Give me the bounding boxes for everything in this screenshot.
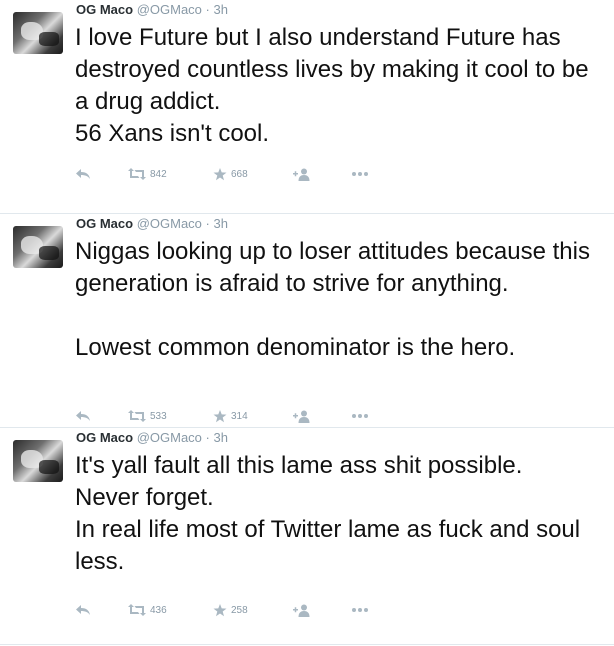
- tweet-actions: 436 258: [75, 600, 369, 620]
- retweet-count: 842: [150, 168, 167, 180]
- tweet-actions: 533 314: [75, 406, 369, 426]
- reply-button[interactable]: [75, 410, 128, 422]
- separator: ·: [205, 430, 210, 445]
- reply-icon: [76, 605, 90, 615]
- follow-button[interactable]: [293, 168, 351, 181]
- tweet-text-line: Lowest common denominator is the hero.: [75, 334, 516, 361]
- tweet-text-line: [75, 300, 605, 332]
- timestamp[interactable]: 3h: [214, 2, 228, 17]
- more-icon: [352, 172, 368, 176]
- tweet-text: It's yall fault all this lame ass shit p…: [75, 450, 605, 578]
- more-icon: [352, 414, 368, 418]
- follow-button[interactable]: [293, 604, 351, 617]
- follow-icon: [293, 604, 310, 617]
- tweet[interactable]: OG Maco @OGMaco · 3h Niggas looking up t…: [0, 214, 614, 428]
- tweet-actions: 842 668: [75, 164, 369, 184]
- more-icon: [352, 608, 368, 612]
- tweet-header: OG Maco @OGMaco · 3h: [76, 428, 228, 448]
- favorite-count: 314: [231, 410, 248, 422]
- favorite-count: 668: [231, 168, 248, 180]
- avatar[interactable]: [13, 12, 63, 54]
- tweet[interactable]: OG Maco @OGMaco · 3h It's yall fault all…: [0, 428, 614, 645]
- tweet-text-line: It's yall fault all this lame ass shit p…: [75, 452, 523, 479]
- fullname[interactable]: OG Maco: [76, 430, 133, 445]
- username[interactable]: @OGMaco: [137, 430, 202, 445]
- favorite-button[interactable]: 668: [213, 167, 293, 181]
- follow-button[interactable]: [293, 410, 351, 423]
- star-icon: [213, 409, 227, 422]
- favorite-button[interactable]: 314: [213, 409, 293, 423]
- reply-button[interactable]: [75, 168, 128, 180]
- follow-icon: [293, 168, 310, 181]
- retweet-count: 436: [150, 604, 167, 616]
- retweet-button[interactable]: 533: [128, 410, 213, 422]
- tweet-header: OG Maco @OGMaco · 3h: [76, 0, 228, 20]
- retweet-icon: [128, 168, 146, 180]
- tweet-text-line: I love Future but I also understand Futu…: [75, 24, 596, 115]
- retweet-button[interactable]: 436: [128, 604, 213, 616]
- more-button[interactable]: [351, 607, 369, 613]
- favorite-count: 258: [231, 604, 248, 616]
- retweet-button[interactable]: 842: [128, 168, 213, 180]
- more-button[interactable]: [351, 171, 369, 177]
- tweet-text-line: In real life most of Twitter lame as fuc…: [75, 516, 587, 575]
- tweet-header: OG Maco @OGMaco · 3h: [76, 214, 228, 234]
- avatar[interactable]: [13, 226, 63, 268]
- tweet-text-line: Never forget.: [75, 484, 214, 511]
- fullname[interactable]: OG Maco: [76, 216, 133, 231]
- follow-icon: [293, 410, 310, 423]
- tweet-text-line: Niggas looking up to loser attitudes bec…: [75, 238, 597, 297]
- reply-icon: [76, 169, 90, 179]
- separator: ·: [205, 216, 210, 231]
- timestamp[interactable]: 3h: [214, 216, 228, 231]
- tweet-text-line: 56 Xans isn't cool.: [75, 120, 270, 147]
- retweet-icon: [128, 604, 146, 616]
- timestamp[interactable]: 3h: [214, 430, 228, 445]
- separator: ·: [205, 2, 210, 17]
- timeline: OG Maco @OGMaco · 3h I love Future but I…: [0, 0, 614, 646]
- reply-button[interactable]: [75, 604, 128, 616]
- fullname[interactable]: OG Maco: [76, 2, 133, 17]
- tweet-text: I love Future but I also understand Futu…: [75, 22, 605, 150]
- avatar[interactable]: [13, 440, 63, 482]
- username[interactable]: @OGMaco: [137, 216, 202, 231]
- retweet-icon: [128, 410, 146, 422]
- star-icon: [213, 167, 227, 180]
- more-button[interactable]: [351, 413, 369, 419]
- reply-icon: [76, 411, 90, 421]
- star-icon: [213, 603, 227, 616]
- tweet-text: Niggas looking up to loser attitudes bec…: [75, 236, 605, 364]
- retweet-count: 533: [150, 410, 167, 422]
- tweet[interactable]: OG Maco @OGMaco · 3h I love Future but I…: [0, 0, 614, 214]
- favorite-button[interactable]: 258: [213, 603, 293, 617]
- username[interactable]: @OGMaco: [137, 2, 202, 17]
